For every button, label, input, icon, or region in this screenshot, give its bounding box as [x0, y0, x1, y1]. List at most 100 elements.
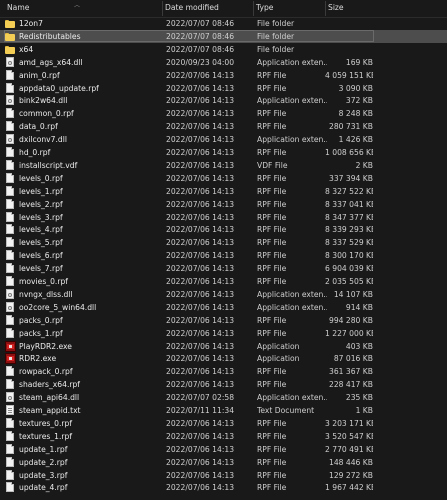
file-name: bink2w64.dll — [19, 96, 68, 106]
file-row[interactable]: Redistributables 2022/07/07 08:46 File fol… — [0, 29, 447, 43]
dll-icon — [6, 301, 14, 312]
file-row[interactable]: update_2.rpf 2022/07/06 14:13 RPF File 148 … — [0, 456, 447, 469]
file-icon-cell — [5, 43, 17, 56]
file-type: Text Document — [257, 406, 315, 415]
file-icon-cell — [5, 107, 17, 120]
file-row[interactable]: steam_appid.txt 2022/07/11 11:34 Text Docu… — [0, 404, 447, 417]
file-row[interactable]: installscript.vdf 2022/07/06 14:13 VDF Fil… — [0, 159, 447, 172]
file-icon-cell — [5, 443, 17, 456]
file-row[interactable]: levels_4.rpf 2022/07/06 14:13 RPF File 8 33… — [0, 223, 447, 236]
file-row[interactable]: steam_api64.dll 2022/07/07 02:58 Applicati… — [0, 391, 447, 404]
file-name: levels_5.rpf — [19, 238, 63, 248]
file-row[interactable]: levels_3.rpf 2022/07/06 14:13 RPF File 8 34… — [0, 211, 447, 224]
file-row[interactable]: levels_7.rpf 2022/07/06 14:13 RPF File 6 90… — [0, 262, 447, 275]
column-header-date-modified[interactable]: Date modified — [162, 0, 253, 17]
file-type: RPF File — [257, 315, 287, 325]
column-header-name[interactable]: ︿ Name — [4, 0, 162, 17]
file-type: File folder — [257, 31, 295, 41]
file-row[interactable]: levels_5.rpf 2022/07/06 14:13 RPF File 8 33… — [0, 236, 447, 249]
file-row[interactable]: data_0.rpf 2022/07/06 14:13 RPF File 280 73… — [0, 120, 447, 133]
file-size — [325, 43, 373, 56]
file-icon-cell — [5, 481, 17, 494]
file-row[interactable]: levels_0.rpf 2022/07/06 14:13 RPF File 337 … — [0, 172, 447, 185]
file-icon-cell — [5, 352, 17, 365]
file-row[interactable]: anim_0.rpf 2022/07/06 14:13 RPF File 4 059 … — [0, 69, 447, 82]
file-row[interactable]: dxilconv7.dll 2022/07/06 14:13 Application… — [0, 133, 447, 146]
file-row[interactable]: packs_1.rpf 2022/07/06 14:13 RPF File 1 227… — [0, 327, 447, 340]
file-row[interactable]: rowpack_0.rpf 2022/07/06 14:13 RPF File 361… — [0, 365, 447, 378]
file-type: Application exten... — [257, 302, 327, 312]
file-size: 228 417 KB — [328, 380, 373, 390]
file-date-modified: 2022/07/06 14:13 — [166, 264, 235, 274]
file-name: update_2.rpf — [19, 457, 68, 467]
file-size — [325, 30, 373, 43]
file-size: 8 248 KB — [338, 109, 373, 119]
file-size: 372 KB — [345, 96, 373, 106]
file-icon-cell — [5, 223, 17, 236]
file-row[interactable]: PlayRDR2.exe 2022/07/06 14:13 Application 4… — [0, 340, 447, 353]
file-row[interactable]: textures_0.rpf 2022/07/06 14:13 RPF File 3 … — [0, 417, 447, 430]
file-row[interactable]: 12on7 2022/07/07 08:46 File folder — [0, 17, 447, 30]
file-row[interactable]: update_1.rpf 2022/07/06 14:13 RPF File 2 77… — [0, 443, 447, 456]
dll-icon — [6, 95, 14, 106]
file-icon-cell — [5, 249, 17, 262]
file-type: File folder — [257, 44, 295, 54]
file-icon-cell — [5, 365, 17, 378]
file-size: 914 KB — [345, 302, 373, 312]
file-type: RPF File — [257, 70, 287, 80]
file-row[interactable]: x64 2022/07/07 08:46 File folder — [0, 43, 447, 56]
file-type: RPF File — [257, 418, 287, 428]
file-name: amd_ags_x64.dll — [19, 57, 83, 67]
file-icon-cell — [5, 133, 17, 146]
file-icon-cell — [5, 404, 17, 417]
file-date-modified: 2022/07/06 14:13 — [166, 238, 235, 248]
file-type: RPF File — [257, 380, 287, 390]
file-icon-cell — [5, 69, 17, 82]
file-size: 280 731 KB — [328, 122, 373, 132]
file-icon-cell — [5, 120, 17, 133]
file-size: 361 367 KB — [328, 367, 373, 377]
file-type: Application exten... — [257, 393, 327, 403]
file-row[interactable]: amd_ags_x64.dll 2020/09/23 04:00 Applicati… — [0, 56, 447, 69]
file-type: RPF File — [257, 238, 287, 248]
file-name: RDR2.exe — [19, 354, 57, 364]
file-name: movies_0.rpf — [19, 277, 68, 286]
file-row[interactable]: update_3.rpf 2022/07/06 14:13 RPF File 129 … — [0, 469, 447, 482]
file-size: 87 016 KB — [333, 354, 373, 364]
file-date-modified: 2022/07/06 14:13 — [166, 186, 235, 196]
file-row[interactable]: appdata0_update.rpf 2022/07/06 14:13 RPF F… — [0, 82, 447, 95]
file-date-modified: 2022/07/06 14:13 — [166, 457, 235, 467]
file-type: RPF File — [257, 225, 287, 235]
file-row[interactable]: movies_0.rpf 2022/07/06 14:13 RPF File 2 03… — [0, 275, 447, 288]
column-header-type[interactable]: Type — [253, 0, 325, 17]
file-row[interactable]: levels_2.rpf 2022/07/06 14:13 RPF File 8 33… — [0, 198, 447, 211]
file-row[interactable]: oo2core_5_win64.dll 2022/07/06 14:13 Appli… — [0, 301, 447, 314]
file-row[interactable]: levels_1.rpf 2022/07/06 14:13 RPF File 8 32… — [0, 185, 447, 198]
file-row[interactable]: common_0.rpf 2022/07/06 14:13 RPF File 8 24… — [0, 107, 447, 120]
file-row[interactable]: update_4.rpf 2022/07/06 14:13 RPF File 1 96… — [0, 481, 447, 494]
file-name: anim_0.rpf — [19, 70, 60, 80]
file-name: levels_3.rpf — [19, 212, 63, 222]
file-row[interactable]: textures_1.rpf 2022/07/06 14:13 RPF File 3 … — [0, 430, 447, 443]
file-name: dxilconv7.dll — [19, 135, 67, 145]
file-icon — [6, 185, 14, 196]
file-size: 3 203 171 KB — [325, 418, 373, 428]
file-date-modified: 2022/07/06 14:13 — [166, 122, 235, 132]
file-date-modified: 2022/07/06 14:13 — [166, 148, 235, 157]
file-row[interactable]: bink2w64.dll 2022/07/06 14:13 Application … — [0, 94, 447, 107]
file-type: RPF File — [257, 431, 287, 441]
text-file-icon — [6, 405, 14, 415]
file-type: RPF File — [257, 83, 287, 93]
file-row[interactable]: shaders_x64.rpf 2022/07/06 14:13 RPF File 2… — [0, 378, 447, 391]
file-date-modified: 2022/07/06 14:13 — [166, 212, 235, 222]
file-date-modified: 2022/07/06 14:13 — [166, 96, 235, 106]
file-type: RPF File — [257, 251, 287, 261]
file-type: RPF File — [257, 367, 287, 377]
column-header-size[interactable]: Size — [325, 0, 397, 17]
file-row[interactable]: hd_0.rpf 2022/07/06 14:13 RPF File 1 008 65… — [0, 146, 447, 159]
file-row[interactable]: nvngx_dlss.dll 2022/07/06 14:13 Applicatio… — [0, 288, 447, 301]
file-row[interactable]: levels_6.rpf 2022/07/06 14:13 RPF File 8 30… — [0, 249, 447, 262]
file-row[interactable]: packs_0.rpf 2022/07/06 14:13 RPF File 994 2… — [0, 314, 447, 327]
file-row[interactable]: RDR2.exe 2022/07/06 14:13 Application 87 01… — [0, 352, 447, 365]
file-icon-cell — [5, 288, 17, 301]
